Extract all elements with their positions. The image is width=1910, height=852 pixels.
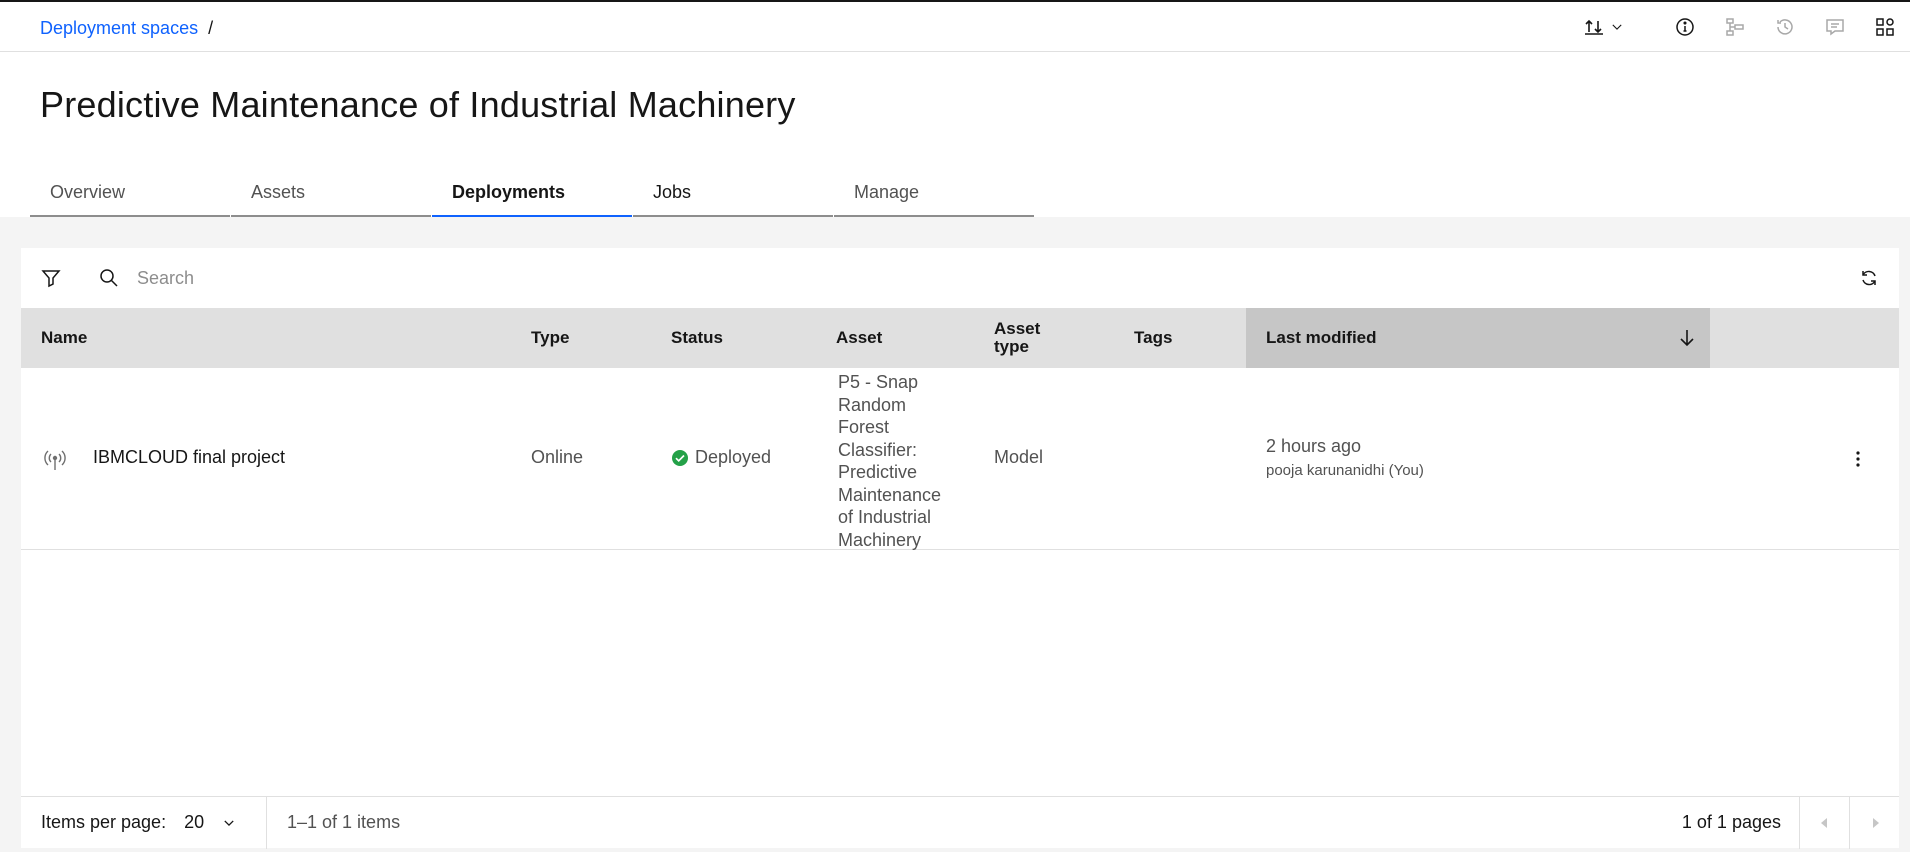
refresh-icon <box>1862 270 1876 286</box>
status-label: Deployed <box>695 447 772 467</box>
tab-assets[interactable]: Assets <box>231 176 431 217</box>
page-header: Predictive Maintenance of Industrial Mac… <box>0 52 1910 217</box>
asset-type: Model <box>994 447 1044 467</box>
items-per-page-label: Items per page: <box>41 812 167 832</box>
deployment-type: Online <box>531 447 584 467</box>
arrow-down-sort-icon <box>1680 330 1694 347</box>
flow-button[interactable] <box>1710 2 1760 52</box>
item-range: 1–1 of 1 items <box>287 812 401 832</box>
upload-download-icon <box>1585 19 1603 35</box>
flow-icon <box>1726 18 1744 36</box>
toolbar-icons <box>1566 2 1910 52</box>
tab-manage[interactable]: Manage <box>834 176 1034 217</box>
information-button[interactable] <box>1660 2 1710 52</box>
tab-deployments[interactable]: Deployments <box>432 176 632 217</box>
column-header-status[interactable]: Status <box>671 308 723 368</box>
history-icon <box>1777 19 1793 35</box>
overflow-menu-vertical-icon <box>1856 451 1860 467</box>
table-toolbar <box>21 248 1899 308</box>
deployment-antenna-icon <box>44 450 66 470</box>
caret-right-icon <box>1872 818 1879 828</box>
search-input[interactable] <box>137 267 737 289</box>
page-count: 1 of 1 pages <box>1681 812 1781 832</box>
top-bar: Deployment spaces / <box>0 0 1910 52</box>
pagination-bar: Items per page: 20 1–1 of 1 items 1 of 1… <box>21 796 1899 849</box>
filter-button[interactable] <box>21 248 81 308</box>
column-header-last-modified-label: Last modified <box>1266 328 1377 347</box>
previous-page-button[interactable] <box>1799 797 1849 849</box>
table-header: Name Type Status Asset Asset type Tags L… <box>21 308 1899 368</box>
apps-icon <box>1876 18 1894 36</box>
tab-overview[interactable]: Overview <box>30 176 230 217</box>
info-icon <box>1676 18 1694 36</box>
checkmark-filled-icon <box>672 449 688 466</box>
last-modified-by: pooja karunanidhi (You) <box>1266 462 1424 479</box>
chevron-down-icon <box>1612 24 1622 30</box>
column-header-tags[interactable]: Tags <box>1134 308 1172 368</box>
breadcrumb-deployment-spaces-link[interactable]: Deployment spaces <box>40 18 198 39</box>
status-badge: Deployed <box>671 447 771 468</box>
column-header-last-modified[interactable]: Last modified <box>1246 308 1710 368</box>
chevron-down-icon <box>224 819 234 826</box>
row-overflow-menu-button[interactable] <box>1843 444 1873 474</box>
deployments-table-panel: Name Type Status Asset Asset type Tags L… <box>21 248 1899 849</box>
refresh-button[interactable] <box>1839 248 1899 308</box>
search-icon <box>100 269 118 287</box>
import-export-menu-button[interactable] <box>1566 2 1642 52</box>
column-header-asset[interactable]: Asset <box>836 308 882 368</box>
chat-icon <box>1826 19 1844 36</box>
breadcrumb-separator: / <box>208 18 214 38</box>
caret-left-icon <box>1820 818 1827 828</box>
search-box <box>99 248 737 308</box>
asset-name[interactable]: P5 - Snap Random Forest Classifier: Pred… <box>838 371 950 551</box>
tab-jobs[interactable]: Jobs <box>633 176 833 217</box>
column-header-type[interactable]: Type <box>531 308 569 368</box>
tab-list: Overview Assets Deployments Jobs Manage <box>30 176 1035 217</box>
column-header-asset-type[interactable]: Asset type <box>994 308 1064 368</box>
next-page-button[interactable] <box>1849 797 1899 849</box>
apps-button[interactable] <box>1860 2 1910 52</box>
comments-button[interactable] <box>1810 2 1860 52</box>
deployment-name[interactable]: IBMCLOUD final project <box>93 447 285 468</box>
page-title: Predictive Maintenance of Industrial Mac… <box>40 84 796 125</box>
last-modified-time: 2 hours ago <box>1266 436 1362 456</box>
items-per-page-select[interactable]: 20 <box>184 812 236 833</box>
column-header-name[interactable]: Name <box>41 308 87 368</box>
filter-icon <box>41 270 61 288</box>
items-per-page: Items per page: 20 <box>21 796 267 849</box>
history-button[interactable] <box>1760 2 1810 52</box>
breadcrumb: Deployment spaces / <box>40 18 213 39</box>
table-row[interactable]: IBMCLOUD final project Online Deployed P… <box>21 368 1899 550</box>
items-per-page-value: 20 <box>184 812 205 832</box>
